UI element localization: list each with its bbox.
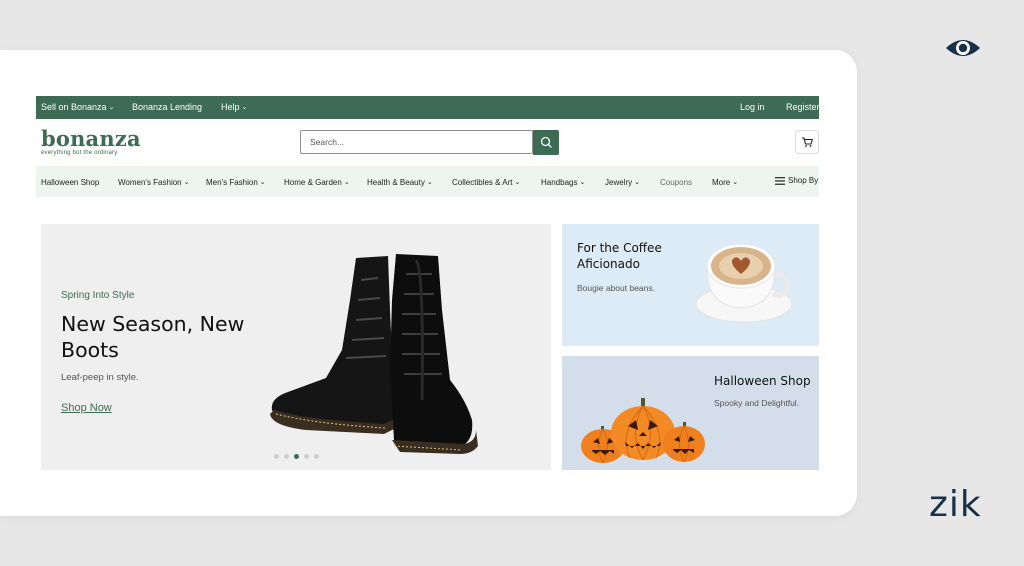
top-utility-bar: Sell on Bonanza ⌄ Bonanza Lending Help ⌄ L… xyxy=(36,96,820,119)
eye-icon xyxy=(946,40,980,56)
browser-card: Sell on Bonanza ⌄ Bonanza Lending Help ⌄ L… xyxy=(0,50,857,516)
bonanza-logo[interactable]: bonanza everything but the ordinary xyxy=(41,128,141,156)
cart-icon xyxy=(802,137,813,147)
chevron-down-icon: ⌄ xyxy=(343,179,350,186)
sell-label: Sell on Bonanza xyxy=(41,102,107,112)
coffee-promo-subtitle: Bougie about beans. xyxy=(577,283,655,293)
chevron-down-icon: ⌄ xyxy=(241,104,248,111)
nav-label: Home & Garden xyxy=(284,178,342,187)
search-icon xyxy=(540,136,552,148)
nav-shop-by[interactable]: Shop By xyxy=(775,176,818,185)
category-nav: Halloween Shop Women's Fashion ⌄ Men's Fa… xyxy=(36,166,819,197)
chevron-down-icon: ⌄ xyxy=(634,179,640,186)
halloween-promo-panel[interactable]: Halloween Shop Spooky and Delightful. xyxy=(562,356,819,470)
search-input[interactable]: Search... xyxy=(300,130,533,154)
nav-label: Collectibles & Art xyxy=(452,178,513,187)
pumpkins-image xyxy=(581,398,705,464)
sell-on-bonanza-menu[interactable]: Sell on Bonanza ⌄ xyxy=(41,102,114,112)
search-button[interactable] xyxy=(533,130,559,155)
hero-eyebrow: Spring Into Style xyxy=(61,290,135,301)
coffee-cup-image xyxy=(695,243,793,323)
register-link[interactable]: Register xyxy=(786,102,820,112)
nav-label: Men's Fashion xyxy=(206,178,258,187)
nav-home-garden[interactable]: Home & Garden ⌄ xyxy=(284,178,350,187)
halloween-promo-title: Halloween Shop xyxy=(714,374,811,388)
chevron-down-icon: ⌄ xyxy=(514,179,521,186)
coffee-promo-title: For the Coffee Aficionado xyxy=(577,241,662,271)
nav-label: Health & Beauty xyxy=(367,178,425,187)
login-link[interactable]: Log in xyxy=(740,102,765,112)
nav-mens-fashion[interactable]: Men's Fashion ⌄ xyxy=(206,178,266,187)
hero-title: New Season, New Boots xyxy=(61,312,245,362)
chevron-down-icon: ⌄ xyxy=(183,179,190,186)
bonanza-lending-link[interactable]: Bonanza Lending xyxy=(132,102,202,112)
coffee-promo-panel[interactable]: For the Coffee Aficionado Bougie about b… xyxy=(562,224,819,346)
hero-subtitle: Leaf-peep in style. xyxy=(61,372,139,383)
nav-label: More xyxy=(712,178,731,187)
chevron-down-icon: ⌄ xyxy=(426,179,433,186)
chevron-down-icon: ⌄ xyxy=(259,179,266,186)
nav-womens-fashion[interactable]: Women's Fashion ⌄ xyxy=(118,178,190,187)
help-label: Help xyxy=(221,102,240,112)
nav-label: Women's Fashion xyxy=(118,178,182,187)
nav-more[interactable]: More ⌄ xyxy=(712,178,738,187)
shop-now-link[interactable]: Shop Now xyxy=(61,402,112,414)
carousel-dot[interactable] xyxy=(314,454,319,459)
nav-label: Handbags xyxy=(541,178,578,187)
carousel-dot[interactable] xyxy=(304,454,309,459)
nav-collectibles-art[interactable]: Collectibles & Art ⌄ xyxy=(452,178,520,187)
logo-wordmark: bonanza xyxy=(41,126,141,151)
hamburger-icon xyxy=(775,176,785,185)
chevron-down-icon: ⌄ xyxy=(108,104,115,111)
hero-banner[interactable]: Spring Into Style New Season, New Boots … xyxy=(41,224,551,470)
nav-halloween-shop[interactable]: Halloween Shop xyxy=(41,178,99,187)
chevron-down-icon: ⌄ xyxy=(732,179,739,186)
nav-handbags[interactable]: Handbags ⌄ xyxy=(541,178,585,187)
nav-label: Jewelry xyxy=(605,178,633,187)
nav-label: Shop By xyxy=(788,176,819,185)
nav-jewelry[interactable]: Jewelry ⌄ xyxy=(605,178,640,187)
halloween-promo-subtitle: Spooky and Delightful. xyxy=(714,398,800,408)
boots-image xyxy=(270,254,478,454)
chevron-down-icon: ⌄ xyxy=(579,179,586,186)
help-menu[interactable]: Help ⌄ xyxy=(221,102,247,112)
nav-coupons[interactable]: Coupons xyxy=(660,178,692,187)
cart-button[interactable] xyxy=(795,130,819,154)
zik-brand: zik xyxy=(929,484,982,525)
carousel-dot[interactable] xyxy=(274,454,279,459)
nav-health-beauty[interactable]: Health & Beauty ⌄ xyxy=(367,178,433,187)
carousel-dot-active[interactable] xyxy=(294,454,299,459)
carousel-dot[interactable] xyxy=(284,454,289,459)
